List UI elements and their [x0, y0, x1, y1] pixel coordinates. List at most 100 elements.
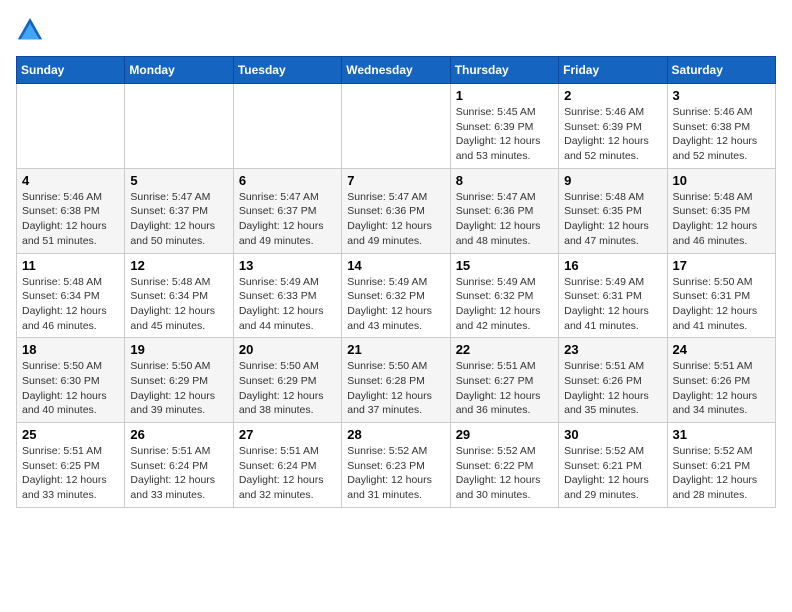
- calendar-cell: 14 Sunrise: 5:49 AM Sunset: 6:32 PM Dayli…: [342, 253, 450, 338]
- calendar-cell: 6 Sunrise: 5:47 AM Sunset: 6:37 PM Daylig…: [233, 168, 341, 253]
- calendar-cell: 17Sunrise: 5:50 AM Sunset: 6:31 PM Dayli…: [667, 253, 775, 338]
- day-info: Sunrise: 5:46 AM Sunset: 6:38 PM Dayligh…: [22, 190, 119, 249]
- day-number: 22: [456, 342, 553, 357]
- calendar-cell: [342, 84, 450, 169]
- calendar-week-row: 18 Sunrise: 5:50 AM Sunset: 6:30 PM Dayli…: [17, 338, 776, 423]
- weekday-header-saturday: Saturday: [667, 57, 775, 84]
- day-number: 12: [130, 258, 227, 273]
- day-number: 15: [456, 258, 553, 273]
- calendar-cell: 20 Sunrise: 5:50 AM Sunset: 6:29 PM Dayli…: [233, 338, 341, 423]
- day-info: Sunrise: 5:51 AM Sunset: 6:26 PM Dayligh…: [564, 359, 661, 418]
- day-info: Sunrise: 5:52 AM Sunset: 6:22 PM Dayligh…: [456, 444, 553, 503]
- calendar-cell: 3 Sunrise: 5:46 AM Sunset: 6:38 PM Daylig…: [667, 84, 775, 169]
- day-number: 4: [22, 173, 119, 188]
- day-number: 25: [22, 427, 119, 442]
- calendar-table: SundayMondayTuesdayWednesdayThursdayFrid…: [16, 56, 776, 508]
- day-number: 17: [673, 258, 770, 273]
- calendar-cell: 26 Sunrise: 5:51 AM Sunset: 6:24 PM Dayli…: [125, 423, 233, 508]
- calendar-cell: 18 Sunrise: 5:50 AM Sunset: 6:30 PM Dayli…: [17, 338, 125, 423]
- calendar-cell: 10Sunrise: 5:48 AM Sunset: 6:35 PM Dayli…: [667, 168, 775, 253]
- calendar-cell: 25 Sunrise: 5:51 AM Sunset: 6:25 PM Dayli…: [17, 423, 125, 508]
- day-info: Sunrise: 5:52 AM Sunset: 6:23 PM Dayligh…: [347, 444, 444, 503]
- day-info: Sunrise: 5:48 AM Sunset: 6:35 PM Dayligh…: [673, 190, 770, 249]
- day-info: Sunrise: 5:47 AM Sunset: 6:37 PM Dayligh…: [130, 190, 227, 249]
- day-number: 23: [564, 342, 661, 357]
- calendar-cell: 19Sunrise: 5:50 AM Sunset: 6:29 PM Dayli…: [125, 338, 233, 423]
- calendar-cell: 7Sunrise: 5:47 AM Sunset: 6:36 PM Daylig…: [342, 168, 450, 253]
- day-info: Sunrise: 5:50 AM Sunset: 6:30 PM Dayligh…: [22, 359, 119, 418]
- calendar-cell: [125, 84, 233, 169]
- day-info: Sunrise: 5:48 AM Sunset: 6:34 PM Dayligh…: [22, 275, 119, 334]
- calendar-cell: 24Sunrise: 5:51 AM Sunset: 6:26 PM Dayli…: [667, 338, 775, 423]
- day-info: Sunrise: 5:48 AM Sunset: 6:35 PM Dayligh…: [564, 190, 661, 249]
- day-number: 28: [347, 427, 444, 442]
- weekday-header-monday: Monday: [125, 57, 233, 84]
- calendar-cell: 12 Sunrise: 5:48 AM Sunset: 6:34 PM Dayli…: [125, 253, 233, 338]
- day-info: Sunrise: 5:46 AM Sunset: 6:39 PM Dayligh…: [564, 105, 661, 164]
- calendar-cell: 28 Sunrise: 5:52 AM Sunset: 6:23 PM Dayli…: [342, 423, 450, 508]
- day-number: 24: [673, 342, 770, 357]
- day-number: 2: [564, 88, 661, 103]
- calendar-cell: 21Sunrise: 5:50 AM Sunset: 6:28 PM Dayli…: [342, 338, 450, 423]
- day-number: 7: [347, 173, 444, 188]
- day-number: 26: [130, 427, 227, 442]
- day-number: 18: [22, 342, 119, 357]
- day-info: Sunrise: 5:50 AM Sunset: 6:29 PM Dayligh…: [130, 359, 227, 418]
- calendar-cell: 15 Sunrise: 5:49 AM Sunset: 6:32 PM Dayli…: [450, 253, 558, 338]
- calendar-cell: 30 Sunrise: 5:52 AM Sunset: 6:21 PM Dayli…: [559, 423, 667, 508]
- calendar-cell: 11 Sunrise: 5:48 AM Sunset: 6:34 PM Dayli…: [17, 253, 125, 338]
- day-number: 30: [564, 427, 661, 442]
- day-info: Sunrise: 5:52 AM Sunset: 6:21 PM Dayligh…: [673, 444, 770, 503]
- day-info: Sunrise: 5:46 AM Sunset: 6:38 PM Dayligh…: [673, 105, 770, 164]
- day-number: 11: [22, 258, 119, 273]
- day-info: Sunrise: 5:52 AM Sunset: 6:21 PM Dayligh…: [564, 444, 661, 503]
- calendar-cell: 2 Sunrise: 5:46 AM Sunset: 6:39 PM Daylig…: [559, 84, 667, 169]
- day-info: Sunrise: 5:51 AM Sunset: 6:24 PM Dayligh…: [130, 444, 227, 503]
- day-number: 29: [456, 427, 553, 442]
- calendar-cell: 1Sunrise: 5:45 AM Sunset: 6:39 PM Daylig…: [450, 84, 558, 169]
- day-info: Sunrise: 5:47 AM Sunset: 6:37 PM Dayligh…: [239, 190, 336, 249]
- calendar-week-row: 4 Sunrise: 5:46 AM Sunset: 6:38 PM Daylig…: [17, 168, 776, 253]
- logo: [16, 16, 48, 44]
- day-number: 5: [130, 173, 227, 188]
- day-number: 14: [347, 258, 444, 273]
- day-number: 20: [239, 342, 336, 357]
- day-number: 3: [673, 88, 770, 103]
- calendar-cell: 31Sunrise: 5:52 AM Sunset: 6:21 PM Dayli…: [667, 423, 775, 508]
- calendar-week-row: 25 Sunrise: 5:51 AM Sunset: 6:25 PM Dayli…: [17, 423, 776, 508]
- weekday-header-wednesday: Wednesday: [342, 57, 450, 84]
- day-info: Sunrise: 5:51 AM Sunset: 6:25 PM Dayligh…: [22, 444, 119, 503]
- day-info: Sunrise: 5:49 AM Sunset: 6:32 PM Dayligh…: [456, 275, 553, 334]
- day-info: Sunrise: 5:49 AM Sunset: 6:31 PM Dayligh…: [564, 275, 661, 334]
- calendar-cell: 9 Sunrise: 5:48 AM Sunset: 6:35 PM Daylig…: [559, 168, 667, 253]
- day-info: Sunrise: 5:48 AM Sunset: 6:34 PM Dayligh…: [130, 275, 227, 334]
- day-number: 9: [564, 173, 661, 188]
- calendar-cell: 22 Sunrise: 5:51 AM Sunset: 6:27 PM Dayli…: [450, 338, 558, 423]
- day-info: Sunrise: 5:47 AM Sunset: 6:36 PM Dayligh…: [456, 190, 553, 249]
- page-header: [16, 16, 776, 44]
- calendar-cell: 8 Sunrise: 5:47 AM Sunset: 6:36 PM Daylig…: [450, 168, 558, 253]
- day-number: 27: [239, 427, 336, 442]
- calendar-cell: 13Sunrise: 5:49 AM Sunset: 6:33 PM Dayli…: [233, 253, 341, 338]
- calendar-cell: 29 Sunrise: 5:52 AM Sunset: 6:22 PM Dayli…: [450, 423, 558, 508]
- weekday-header-tuesday: Tuesday: [233, 57, 341, 84]
- day-number: 13: [239, 258, 336, 273]
- day-info: Sunrise: 5:45 AM Sunset: 6:39 PM Dayligh…: [456, 105, 553, 164]
- logo-icon: [16, 16, 44, 44]
- calendar-week-row: 11 Sunrise: 5:48 AM Sunset: 6:34 PM Dayli…: [17, 253, 776, 338]
- calendar-cell: 5 Sunrise: 5:47 AM Sunset: 6:37 PM Daylig…: [125, 168, 233, 253]
- weekday-header-friday: Friday: [559, 57, 667, 84]
- day-info: Sunrise: 5:50 AM Sunset: 6:29 PM Dayligh…: [239, 359, 336, 418]
- weekday-header-thursday: Thursday: [450, 57, 558, 84]
- day-number: 8: [456, 173, 553, 188]
- day-number: 6: [239, 173, 336, 188]
- calendar-cell: 23 Sunrise: 5:51 AM Sunset: 6:26 PM Dayli…: [559, 338, 667, 423]
- day-info: Sunrise: 5:51 AM Sunset: 6:27 PM Dayligh…: [456, 359, 553, 418]
- calendar-cell: 16Sunrise: 5:49 AM Sunset: 6:31 PM Dayli…: [559, 253, 667, 338]
- calendar-cell: 4 Sunrise: 5:46 AM Sunset: 6:38 PM Daylig…: [17, 168, 125, 253]
- day-info: Sunrise: 5:49 AM Sunset: 6:32 PM Dayligh…: [347, 275, 444, 334]
- day-info: Sunrise: 5:51 AM Sunset: 6:24 PM Dayligh…: [239, 444, 336, 503]
- calendar-cell: 27 Sunrise: 5:51 AM Sunset: 6:24 PM Dayli…: [233, 423, 341, 508]
- day-info: Sunrise: 5:50 AM Sunset: 6:28 PM Dayligh…: [347, 359, 444, 418]
- calendar-week-row: 1Sunrise: 5:45 AM Sunset: 6:39 PM Daylig…: [17, 84, 776, 169]
